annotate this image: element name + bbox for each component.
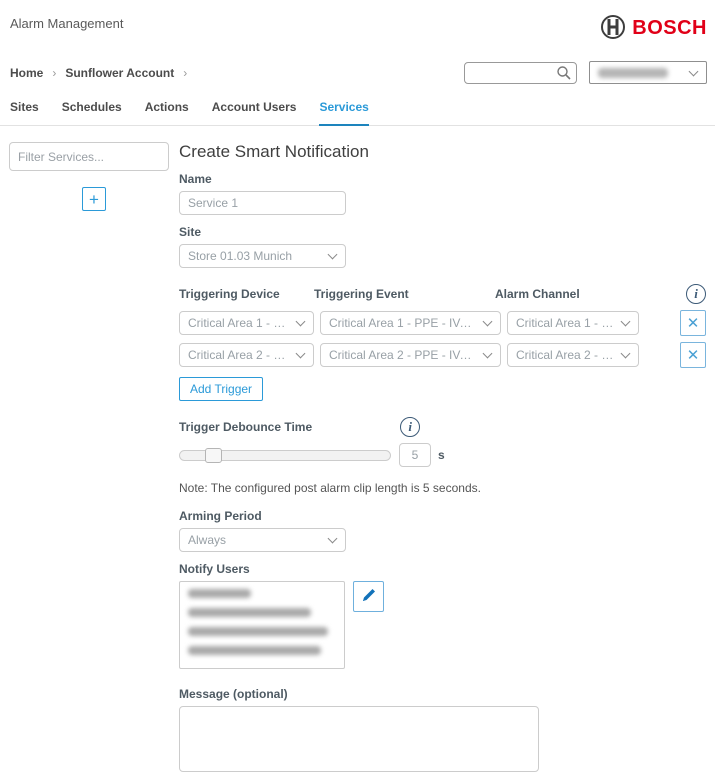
debounce-label: Trigger Debounce Time	[179, 420, 312, 434]
toolbar-right	[464, 61, 707, 84]
alarm-channel-select[interactable]: Critical Area 1 - PPE	[507, 311, 639, 335]
close-icon: ✕	[687, 347, 700, 364]
name-label: Name	[179, 172, 706, 186]
breadcrumb-account[interactable]: Sunflower Account	[65, 66, 174, 80]
search-icon[interactable]	[556, 65, 572, 84]
triggering-event-value: Critical Area 1 - PPE - IVA Event 1	[329, 316, 478, 330]
remove-trigger-button[interactable]: ✕	[680, 310, 706, 336]
site-label: Site	[179, 225, 706, 239]
breadcrumb-separator: ›	[183, 66, 187, 80]
tab-schedules[interactable]: Schedules	[62, 100, 122, 125]
filter-services-input[interactable]	[9, 142, 169, 171]
notify-users-label: Notify Users	[179, 562, 706, 576]
notify-users-section	[179, 581, 706, 669]
chevron-down-icon	[483, 349, 493, 359]
redacted-user-entry	[188, 646, 321, 655]
chevron-down-icon	[328, 250, 338, 260]
account-dropdown[interactable]	[589, 61, 707, 84]
tab-services[interactable]: Services	[319, 100, 368, 126]
tab-bar: Sites Schedules Actions Account Users Se…	[0, 84, 715, 126]
create-notification-form: Create Smart Notification Name Site Stor…	[179, 142, 706, 775]
clip-length-note: Note: The configured post alarm clip len…	[179, 481, 706, 495]
redacted-user-entry	[188, 608, 311, 617]
edit-users-button[interactable]	[353, 581, 384, 612]
triggering-device-value: Critical Area 1 - PPE	[188, 316, 291, 330]
debounce-unit: s	[438, 448, 445, 462]
services-sidebar: +	[0, 142, 179, 775]
trigger-row: Critical Area 2 - PPE Critical Area 2 - …	[179, 342, 706, 368]
alarm-management-page: Alarm Management BOSCH Home › Sunflower …	[0, 0, 715, 775]
trigger-row: Critical Area 1 - PPE Critical Area 1 - …	[179, 310, 706, 336]
chevron-down-icon	[689, 66, 699, 76]
search-box	[464, 62, 577, 84]
triggering-event-value: Critical Area 2 - PPE - IVA Event 1	[329, 348, 478, 362]
app-title: Alarm Management	[10, 14, 123, 31]
chevron-down-icon	[296, 317, 306, 327]
toolbar: Home › Sunflower Account ›	[0, 43, 715, 84]
debounce-header: Trigger Debounce Time i	[179, 417, 706, 437]
site-select[interactable]: Store 01.03 Munich	[179, 244, 346, 268]
name-field[interactable]	[179, 191, 346, 215]
breadcrumb: Home › Sunflower Account ›	[10, 66, 187, 80]
redacted-account-name	[598, 68, 668, 78]
chevron-down-icon	[483, 317, 493, 327]
plus-icon: +	[89, 190, 99, 209]
triggering-device-select[interactable]: Critical Area 1 - PPE	[179, 311, 314, 335]
tab-actions[interactable]: Actions	[145, 100, 189, 125]
alarm-channel-value: Critical Area 2 - PPE	[516, 348, 616, 362]
arming-period-value: Always	[188, 533, 226, 547]
triggering-event-select[interactable]: Critical Area 2 - PPE - IVA Event 1	[320, 343, 501, 367]
redacted-user-entry	[188, 627, 328, 636]
triggering-event-label: Triggering Event	[314, 287, 495, 301]
chevron-down-icon	[296, 349, 306, 359]
triggering-device-value: Critical Area 2 - PPE	[188, 348, 291, 362]
bosch-logo: BOSCH	[600, 14, 707, 43]
triggering-event-select[interactable]: Critical Area 1 - PPE - IVA Event 1	[320, 311, 501, 335]
arming-period-select[interactable]: Always	[179, 528, 346, 552]
alarm-channel-label: Alarm Channel	[495, 287, 627, 301]
add-trigger-button[interactable]: Add Trigger	[179, 377, 263, 401]
site-select-value: Store 01.03 Munich	[188, 249, 292, 263]
page-title: Create Smart Notification	[179, 142, 706, 162]
debounce-info-icon[interactable]: i	[400, 417, 420, 437]
debounce-value-field[interactable]	[399, 443, 431, 467]
debounce-slider[interactable]	[179, 450, 391, 461]
triggering-device-label: Triggering Device	[179, 287, 314, 301]
breadcrumb-home[interactable]: Home	[10, 66, 43, 80]
chevron-down-icon	[621, 349, 631, 359]
redacted-user-entry	[188, 589, 251, 598]
tab-account-users[interactable]: Account Users	[212, 100, 297, 125]
chevron-down-icon	[328, 534, 338, 544]
alarm-channel-value: Critical Area 1 - PPE	[516, 316, 616, 330]
trigger-columns: Triggering Device Triggering Event Alarm…	[179, 284, 706, 304]
add-service-button[interactable]: +	[82, 187, 106, 211]
triggering-device-select[interactable]: Critical Area 2 - PPE	[179, 343, 314, 367]
message-label: Message (optional)	[179, 687, 706, 701]
header: Alarm Management BOSCH	[0, 0, 715, 43]
content: + Create Smart Notification Name Site St…	[0, 126, 715, 775]
bosch-wordmark: BOSCH	[632, 17, 707, 40]
close-icon: ✕	[687, 315, 700, 332]
remove-trigger-button[interactable]: ✕	[680, 342, 706, 368]
message-field[interactable]	[179, 706, 539, 772]
arming-period-label: Arming Period	[179, 509, 706, 523]
breadcrumb-separator: ›	[52, 66, 56, 80]
debounce-controls: s	[179, 443, 706, 467]
chevron-down-icon	[621, 317, 631, 327]
notify-users-list	[179, 581, 345, 669]
slider-handle[interactable]	[205, 448, 222, 463]
alarm-channel-select[interactable]: Critical Area 2 - PPE	[507, 343, 639, 367]
bosch-symbol-icon	[600, 14, 626, 43]
pencil-icon	[360, 586, 378, 607]
tab-sites[interactable]: Sites	[10, 100, 39, 125]
trigger-info-icon[interactable]: i	[686, 284, 706, 304]
